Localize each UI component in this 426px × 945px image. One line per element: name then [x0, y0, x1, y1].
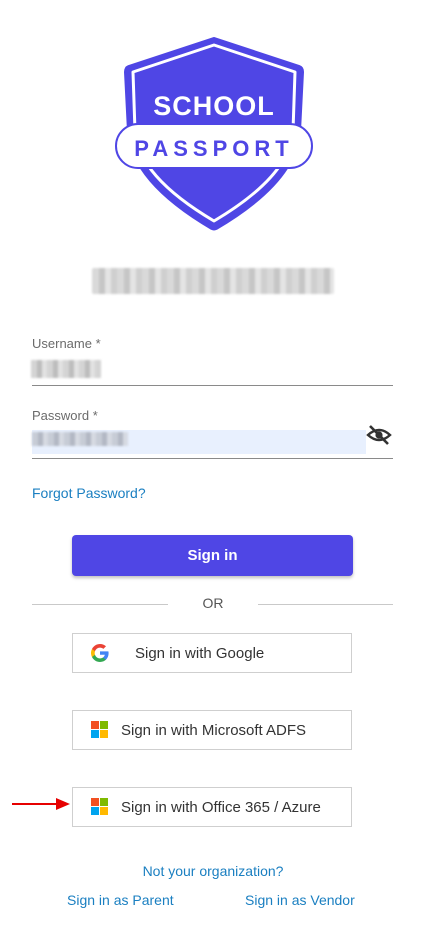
logo-text-school: SCHOOL — [153, 91, 275, 121]
school-passport-logo: SCHOOL PASSPORT — [112, 35, 316, 233]
sign-in-with-microsoft-adfs-label: Sign in with Microsoft ADFS — [121, 721, 307, 739]
not-your-organization-link[interactable]: Not your organization? — [0, 863, 426, 879]
sign-in-as-vendor-link[interactable]: Sign in as Vendor — [245, 892, 355, 908]
microsoft-icon — [91, 721, 109, 739]
password-input-underline — [32, 458, 393, 459]
organization-name-redacted — [92, 268, 334, 294]
username-input-value-redacted[interactable] — [31, 360, 101, 378]
sign-in-with-microsoft-adfs-button[interactable]: Sign in with Microsoft ADFS — [72, 710, 352, 750]
divider-line-right — [258, 604, 393, 605]
logo-text-passport: PASSPORT — [134, 136, 293, 161]
sign-in-with-office365-azure-label: Sign in with Office 365 / Azure — [121, 798, 321, 816]
or-divider-text: OR — [202, 595, 224, 611]
divider-line-left — [32, 604, 168, 605]
username-label: Username * — [32, 336, 101, 351]
eye-slash-icon[interactable] — [366, 424, 392, 446]
username-input-underline — [32, 385, 393, 386]
red-arrow-icon — [12, 797, 70, 810]
sign-in-with-google-label: Sign in with Google — [135, 644, 265, 662]
sign-in-with-google-button[interactable]: Sign in with Google — [72, 633, 352, 673]
password-input-value-redacted — [32, 432, 128, 446]
sign-in-with-office365-azure-button[interactable]: Sign in with Office 365 / Azure — [72, 787, 352, 827]
sign-in-button[interactable]: Sign in — [72, 535, 353, 576]
sign-in-as-parent-link[interactable]: Sign in as Parent — [67, 892, 174, 908]
forgot-password-link[interactable]: Forgot Password? — [32, 485, 146, 501]
password-label: Password * — [32, 408, 98, 423]
google-icon — [91, 644, 109, 662]
microsoft-icon — [91, 798, 109, 816]
